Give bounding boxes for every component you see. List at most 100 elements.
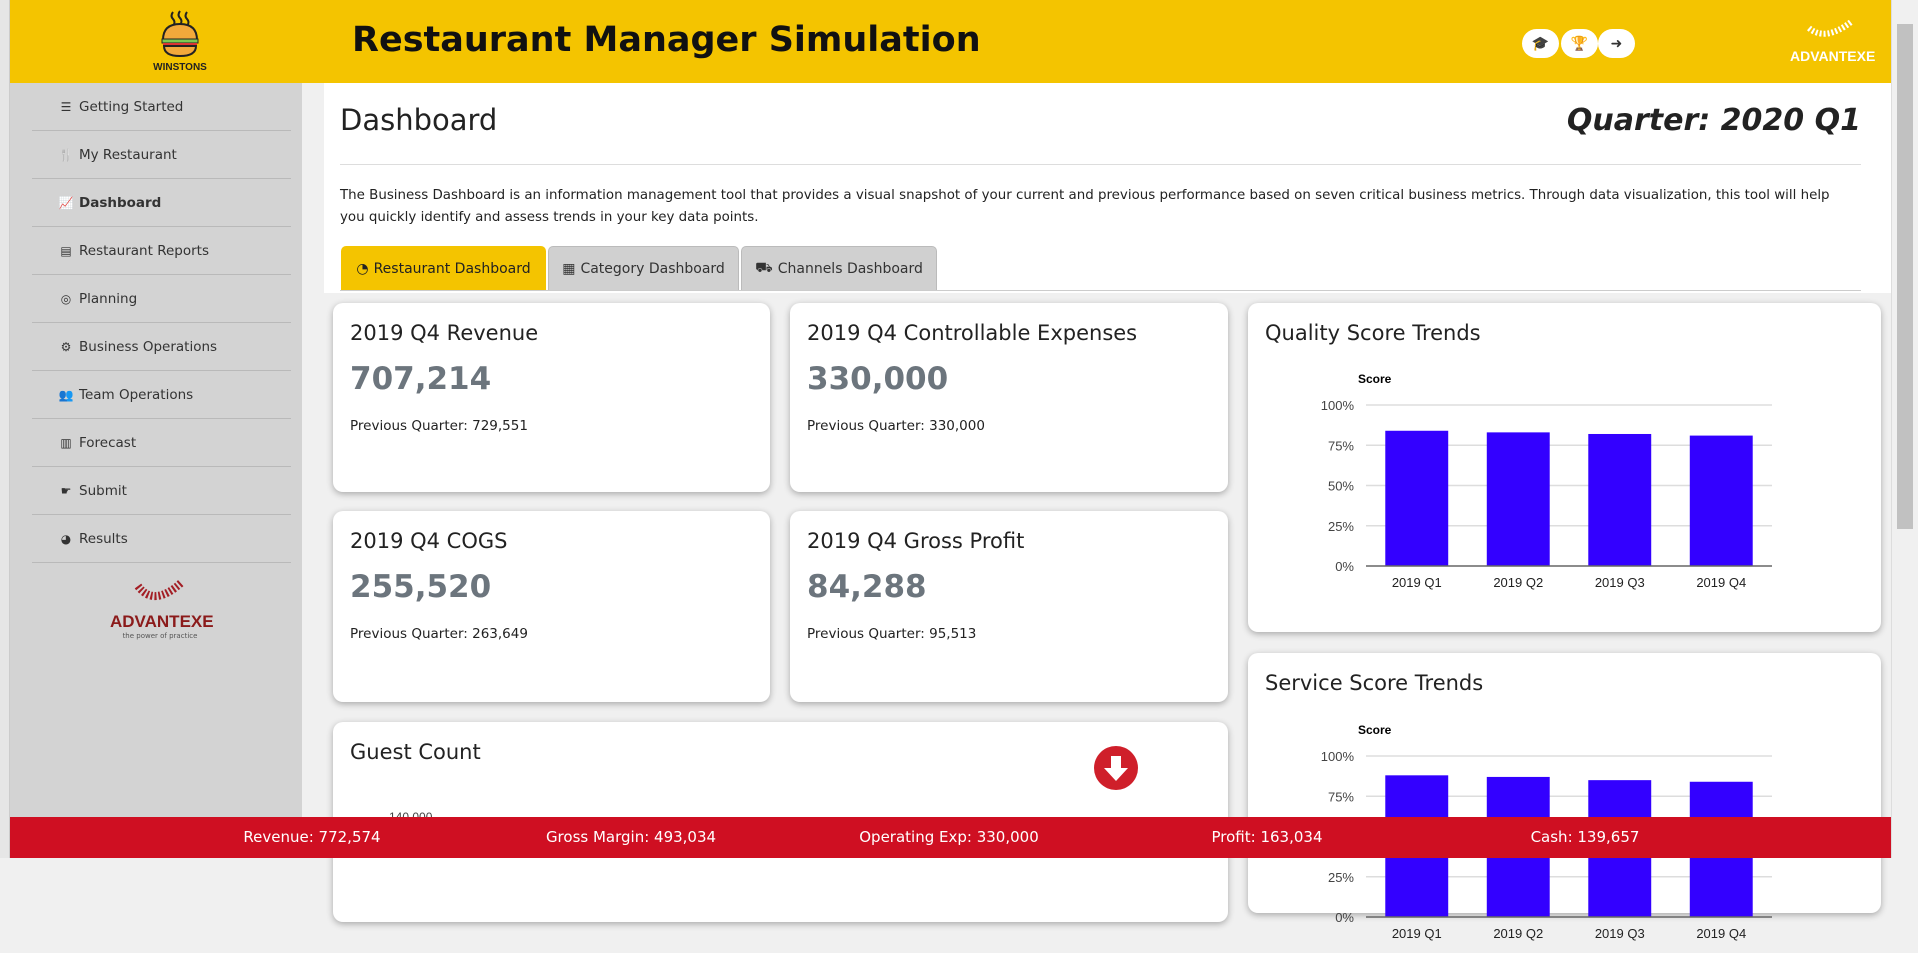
tab-category-dashboard[interactable]: ▦ Category Dashboard: [548, 246, 739, 291]
y-tick-label: 25%: [1328, 870, 1354, 885]
line-chart-icon: 📈: [58, 195, 74, 210]
x-tick-label: 2019 Q4: [1696, 926, 1746, 941]
sidebar-item-label: Dashboard: [79, 194, 162, 211]
card-title: Guest Count: [350, 740, 481, 764]
tab-divider: [340, 290, 1861, 291]
sidebar-item-label: Business Operations: [79, 338, 218, 355]
sidebar-item-results[interactable]: ◕ Results: [32, 515, 291, 563]
bar: [1486, 432, 1550, 566]
app-header: WINSTONS Restaurant Manager Simulation 🎓…: [10, 0, 1891, 83]
x-tick-label: 2019 Q2: [1493, 575, 1543, 590]
trophy-icon: 🏆: [1570, 35, 1589, 52]
sidebar-item-submit[interactable]: ☛ Submit: [32, 467, 291, 515]
arrow-down-circle-icon: [1094, 746, 1138, 790]
file-icon: ▤: [60, 243, 72, 258]
sidebar-item-label: Results: [79, 530, 128, 547]
leaderboard-button[interactable]: 🏆: [1561, 29, 1598, 58]
advantexe-text: ADVANTEXE: [1790, 48, 1876, 64]
sidebar-item-label: Forecast: [79, 434, 137, 451]
sidebar-item-label: Submit: [79, 482, 127, 499]
y-tick-label: 100%: [1321, 749, 1355, 764]
sign-out-icon: ➜: [1610, 35, 1623, 52]
sidebar-item-label: Team Operations: [79, 386, 194, 403]
tab-channels-dashboard[interactable]: ⛟ Channels Dashboard: [741, 246, 937, 291]
main-content: Dashboard Quarter: 2020 Q1 The Business …: [324, 83, 1891, 293]
card-title: 2019 Q4 Controllable Expenses: [807, 321, 1138, 345]
card-title: 2019 Q4 Gross Profit: [807, 529, 1025, 553]
users-cog-icon: 👥: [58, 387, 74, 402]
sidebar-advantexe-logo: ADVANTEXE the power of practice: [110, 578, 214, 640]
bar: [1689, 435, 1753, 566]
tab-label: Category Dashboard: [580, 261, 725, 277]
sidebar-tagline: the power of practice: [122, 632, 198, 640]
gross-profit-card: 2019 Q4 Gross Profit 84,288 Previous Qua…: [790, 511, 1228, 702]
window-edge: [0, 0, 10, 858]
controllable-expenses-card: 2019 Q4 Controllable Expenses 330,000 Pr…: [790, 303, 1228, 492]
calendar-icon: ▦: [562, 261, 576, 277]
advantexe-mark-icon: [1807, 19, 1853, 37]
y-tick-label: 0%: [1335, 910, 1354, 925]
card-title: 2019 Q4 Revenue: [350, 321, 539, 345]
x-tick-label: 2019 Q4: [1696, 575, 1746, 590]
service-chart-card: Service Score Trends Score0%25%50%75%100…: [1248, 653, 1881, 941]
status-footer: Revenue: 772,574 Gross Margin: 493,034 O…: [10, 817, 1891, 858]
sidebar-item-label: Restaurant Reports: [79, 242, 209, 259]
target-icon: ◎: [60, 291, 72, 306]
sidebar-item-planning[interactable]: ◎ Planning: [32, 275, 291, 323]
tab-restaurant-dashboard[interactable]: ◔ Restaurant Dashboard: [341, 246, 546, 291]
tab-label: Restaurant Dashboard: [373, 261, 531, 277]
bar: [1588, 433, 1652, 566]
y-tick-label: 75%: [1328, 789, 1354, 804]
page-title: Dashboard: [340, 103, 498, 137]
page-description: The Business Dashboard is an information…: [340, 188, 1830, 225]
y-tick-label: 75%: [1328, 438, 1354, 453]
footer-cash: Cash: 139,657: [1530, 828, 1640, 846]
training-button[interactable]: 🎓: [1522, 29, 1559, 58]
card-value: 330,000: [807, 361, 949, 397]
tab-label: Channels Dashboard: [777, 261, 923, 277]
footer-gross-margin: Gross Margin: 493,034: [545, 828, 717, 846]
x-tick-label: 2019 Q3: [1595, 926, 1645, 941]
logo-text: WINSTONS: [153, 62, 207, 73]
hand-point-right-icon: ☛: [60, 483, 72, 498]
pie-chart-icon: ◕: [60, 531, 72, 546]
sidebar-item-restaurant-reports[interactable]: ▤ Restaurant Reports: [32, 227, 291, 275]
sidebar-item-label: My Restaurant: [79, 146, 177, 163]
sidebar-item-my-restaurant[interactable]: 🍴 My Restaurant: [32, 131, 291, 179]
sidebar-item-business-operations[interactable]: ⚙ Business Operations: [32, 323, 291, 371]
y-tick-label: 50%: [1328, 479, 1354, 494]
burger-logo-icon: [161, 10, 199, 58]
logout-button[interactable]: ➜: [1598, 29, 1635, 58]
utensils-icon: 🍴: [58, 147, 74, 162]
revenue-card: 2019 Q4 Revenue 707,214 Previous Quarter…: [333, 303, 770, 492]
divider: [340, 164, 1861, 165]
card-value: 707,214: [350, 361, 492, 397]
sidebar-item-getting-started[interactable]: ☰ Getting Started: [32, 83, 291, 131]
advantexe-mark-icon: [134, 578, 185, 600]
scrollbar-thumb[interactable]: [1897, 24, 1913, 529]
service-score-chart: Score0%25%50%75%100%2019 Q12019 Q22019 Q…: [1321, 723, 1772, 941]
sidebar-item-label: Getting Started: [79, 98, 184, 115]
cogs-icon: ⚙: [60, 339, 72, 354]
winstons-logo[interactable]: WINSTONS: [145, 10, 215, 73]
bar-chart-icon: ▥: [60, 435, 72, 450]
y-tick-label: 25%: [1328, 519, 1354, 534]
y-tick-label: 100%: [1321, 398, 1355, 413]
sidebar-item-forecast[interactable]: ▥ Forecast: [32, 419, 291, 467]
card-title: 2019 Q4 COGS: [350, 529, 508, 553]
graduation-cap-icon: 🎓: [1531, 35, 1550, 52]
app-title: Restaurant Manager Simulation: [352, 20, 981, 60]
sidebar-item-dashboard[interactable]: 📈 Dashboard: [32, 179, 291, 227]
sidebar-item-label: Planning: [79, 290, 138, 307]
sidebar-item-team-operations[interactable]: 👥 Team Operations: [32, 371, 291, 419]
dolly-icon: ⛟: [755, 260, 773, 276]
y-axis-title: Score: [1358, 372, 1392, 386]
card-previous: Previous Quarter: 729,551: [350, 418, 528, 434]
cogs-card: 2019 Q4 COGS 255,520 Previous Quarter: 2…: [333, 511, 770, 702]
x-tick-label: 2019 Q3: [1595, 575, 1645, 590]
scrollbar[interactable]: [1891, 0, 1918, 858]
sidebar: ADVANTEXE the power of practice ☰ Getting…: [10, 83, 302, 858]
x-tick-label: 2019 Q1: [1392, 926, 1442, 941]
advantexe-logo: ADVANTEXE: [1790, 19, 1876, 64]
tachometer-icon: ◔: [356, 261, 369, 277]
